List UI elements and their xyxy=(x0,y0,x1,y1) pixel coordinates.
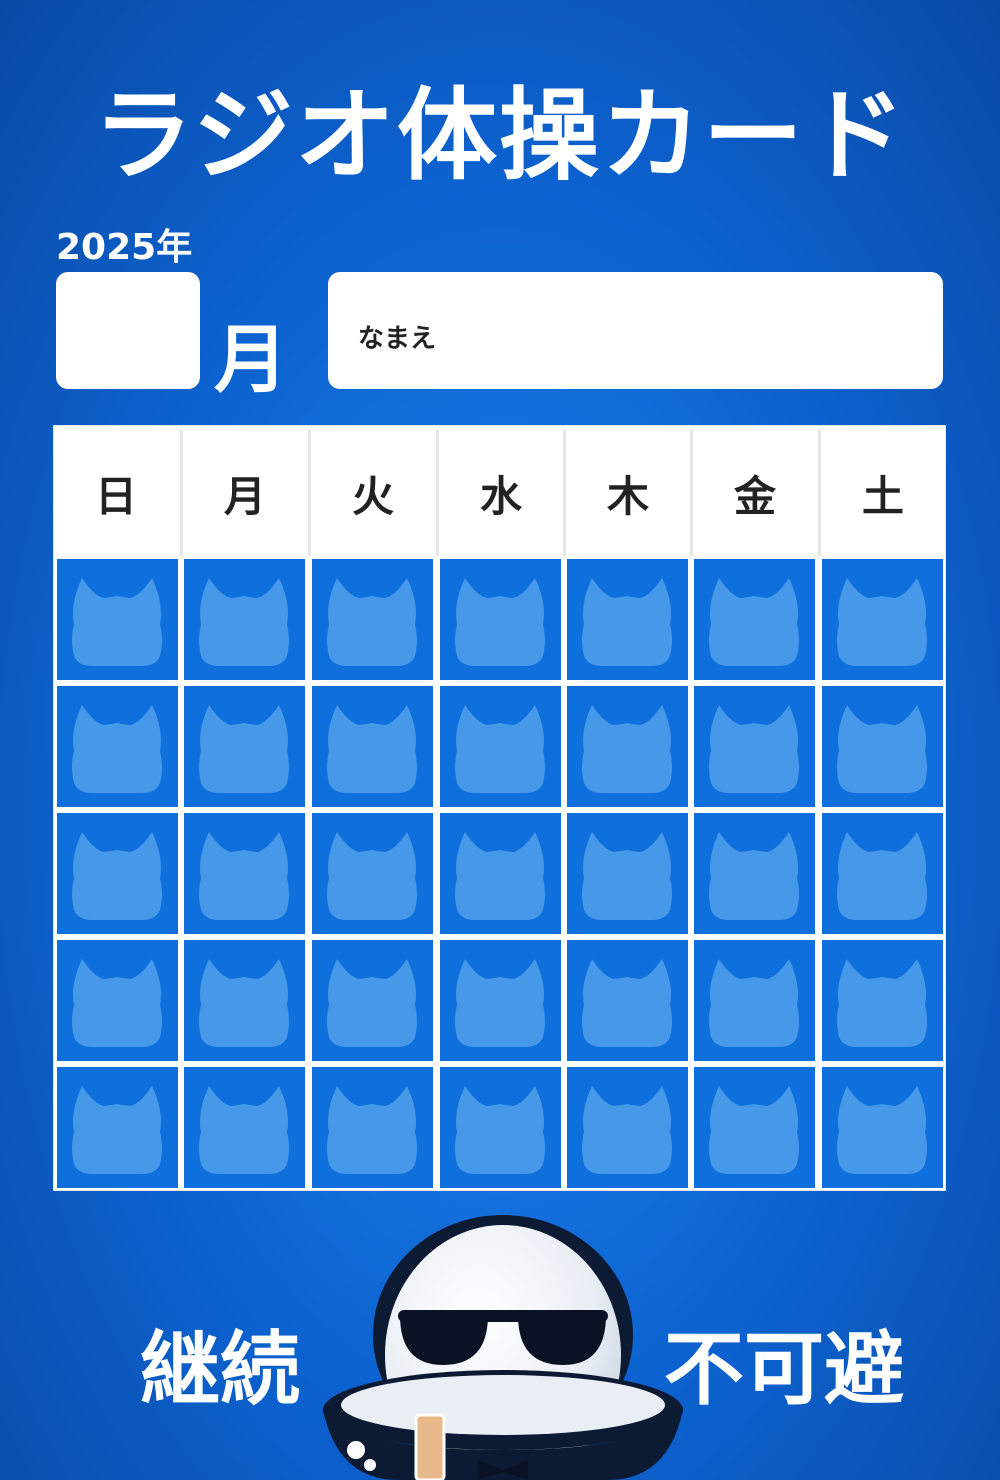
cat-stamp-icon xyxy=(455,705,545,793)
weekday-fri: 金 xyxy=(733,471,776,521)
stamp-cell[interactable] xyxy=(694,813,815,934)
cat-stamp-icon xyxy=(199,959,289,1047)
cat-stamp-icon xyxy=(199,1086,289,1174)
bubble-icon xyxy=(347,1441,365,1459)
stamp-cell[interactable] xyxy=(57,686,178,807)
stamp-cell[interactable] xyxy=(312,559,433,680)
stamp-cell[interactable] xyxy=(57,559,178,680)
weekday-sun: 日 xyxy=(94,471,137,521)
stamp-cell[interactable] xyxy=(694,686,815,807)
cat-stamp-icon xyxy=(72,1086,162,1174)
cat-stamp-icon xyxy=(837,832,927,920)
cat-stamp-icon xyxy=(455,578,545,666)
stamp-cell[interactable] xyxy=(440,1067,561,1188)
stamp-cell[interactable] xyxy=(567,940,688,1061)
cat-stamp-icon xyxy=(455,959,545,1047)
mascot-cup-inner xyxy=(341,1375,665,1435)
cat-stamp-icon xyxy=(709,705,799,793)
cat-stamp-icon xyxy=(327,705,417,793)
cat-stamp-icon xyxy=(582,832,672,920)
weekday-header-row: 日 月 火 水 木 金 土 xyxy=(54,426,945,556)
cat-stamp-icon xyxy=(709,578,799,666)
drink-glass-icon xyxy=(414,1413,446,1480)
cat-stamp-icon xyxy=(199,832,289,920)
stamp-cell[interactable] xyxy=(694,559,815,680)
cat-stamp-icon xyxy=(199,578,289,666)
cat-stamp-icon xyxy=(327,578,417,666)
stamp-calendar: 日 月 火 水 木 金 土 xyxy=(53,425,946,1191)
stamp-cell[interactable] xyxy=(312,813,433,934)
motto-right: 不可避 xyxy=(664,1323,904,1416)
stamp-cell[interactable] xyxy=(440,940,561,1061)
bubble-icon xyxy=(364,1459,376,1471)
cat-stamp-icon xyxy=(327,1086,417,1174)
stamp-cell[interactable] xyxy=(822,686,943,807)
stamp-cell[interactable] xyxy=(822,813,943,934)
stamp-cell[interactable] xyxy=(184,813,305,934)
stamp-cell[interactable] xyxy=(822,1067,943,1188)
weekday-wed: 水 xyxy=(479,471,522,521)
stamp-cell[interactable] xyxy=(440,559,561,680)
egg-mascot-with-sunglasses xyxy=(323,1215,683,1480)
page-title: ラジオ体操カード xyxy=(93,77,907,194)
weekday-sat: 土 xyxy=(861,471,904,521)
weekday-mon: 月 xyxy=(223,471,266,521)
cat-stamp-icon xyxy=(327,832,417,920)
stamp-cell[interactable] xyxy=(312,940,433,1061)
cat-stamp-icon xyxy=(199,705,289,793)
stamp-cell[interactable] xyxy=(567,1067,688,1188)
cat-stamp-icon xyxy=(455,832,545,920)
stamp-cell[interactable] xyxy=(694,1067,815,1188)
cat-stamp-icon xyxy=(72,959,162,1047)
cat-stamp-icon xyxy=(837,1086,927,1174)
year-label: 2025年 xyxy=(56,227,193,268)
weekday-thu: 木 xyxy=(606,471,649,521)
cat-stamp-icon xyxy=(709,1086,799,1174)
cat-stamp-icon xyxy=(837,959,927,1047)
cat-stamp-icon xyxy=(582,959,672,1047)
stamp-cell[interactable] xyxy=(567,813,688,934)
stamp-cell[interactable] xyxy=(184,559,305,680)
stamp-cell[interactable] xyxy=(57,1067,178,1188)
cat-stamp-icon xyxy=(327,959,417,1047)
month-input-box[interactable] xyxy=(56,272,200,389)
stamp-cell[interactable] xyxy=(312,686,433,807)
stamp-cell[interactable] xyxy=(57,940,178,1061)
stamp-cell[interactable] xyxy=(57,813,178,934)
name-label: なまえ xyxy=(358,324,437,354)
stamp-cell[interactable] xyxy=(440,813,561,934)
stamp-cell[interactable] xyxy=(567,686,688,807)
stamp-cell[interactable] xyxy=(184,686,305,807)
cat-stamp-icon xyxy=(72,832,162,920)
cat-stamp-icon xyxy=(582,578,672,666)
stamp-cell[interactable] xyxy=(184,1067,305,1188)
cat-stamp-icon xyxy=(837,705,927,793)
cat-stamp-icon xyxy=(455,1086,545,1174)
stamp-cell[interactable] xyxy=(312,1067,433,1188)
cat-stamp-icon xyxy=(72,578,162,666)
cat-stamp-icon xyxy=(582,705,672,793)
month-label: 月 xyxy=(214,317,288,403)
cat-stamp-icon xyxy=(709,832,799,920)
stamp-cell[interactable] xyxy=(822,559,943,680)
stamp-cell[interactable] xyxy=(822,940,943,1061)
stamp-cell[interactable] xyxy=(440,686,561,807)
stamp-cell[interactable] xyxy=(184,940,305,1061)
stamp-cell[interactable] xyxy=(694,940,815,1061)
cat-stamp-icon xyxy=(582,1086,672,1174)
motto-left: 継続 xyxy=(140,1323,300,1416)
weekday-tue: 火 xyxy=(351,471,394,521)
cat-stamp-icon xyxy=(837,578,927,666)
cat-stamp-icon xyxy=(709,959,799,1047)
cat-stamp-icon xyxy=(72,705,162,793)
name-input-box[interactable]: なまえ xyxy=(328,272,943,389)
stamp-cell[interactable] xyxy=(567,559,688,680)
